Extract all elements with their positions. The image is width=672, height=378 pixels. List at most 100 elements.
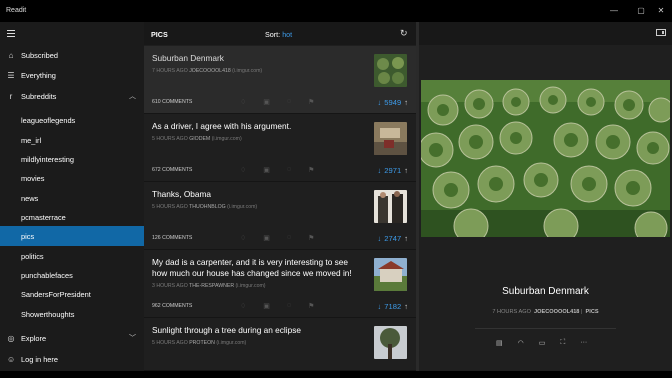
sort-value[interactable]: hot (282, 30, 292, 39)
hide-icon[interactable]: ◌ (287, 166, 291, 174)
report-icon[interactable]: ⚑ (308, 302, 314, 310)
post-title: Suburban Denmark (152, 53, 224, 63)
share-icon[interactable]: ♢ (240, 166, 246, 174)
upvote-icon[interactable]: ↑ (404, 98, 408, 107)
post-actions: ♢ ▣ ◌ ⚑ (240, 98, 314, 106)
downvote-icon[interactable]: ↓ (378, 166, 382, 175)
sidebar-item-explore[interactable]: ◎ Explore ﹀ (0, 328, 144, 348)
sidebar-item-punchablefaces[interactable]: punchablefaces (0, 265, 144, 285)
sidebar: ⌂ Subscribed ☰ Everything r Subreddits ︿… (0, 22, 144, 371)
share-icon[interactable]: ♢ (240, 302, 246, 310)
post-score: 2971 (384, 166, 402, 175)
post-author[interactable]: JOECOOOOL418 (189, 68, 231, 74)
sidebar-item-everything[interactable]: ☰ Everything (0, 65, 144, 85)
sidebar-item-showerthoughts[interactable]: Showerthoughts (0, 304, 144, 324)
comment-count[interactable]: 672 COMMENTS (152, 167, 192, 173)
post-list: PICS Sort: hot ↻ Suburban Denmark 7 HOUR… (144, 22, 416, 371)
subreddit-label: movies (21, 173, 45, 183)
sidebar-item-leagueoflegends[interactable]: leagueoflegends (0, 110, 144, 130)
hamburger-menu-icon[interactable] (7, 30, 15, 39)
upvote-icon[interactable]: ↑ (404, 234, 408, 243)
post-author[interactable]: THE-RESPAWNER (189, 283, 234, 289)
report-icon[interactable]: ⚑ (308, 234, 314, 242)
compass-icon: ◎ (7, 333, 15, 343)
vote-control: ↓ 2747 ↑ (378, 234, 409, 243)
sidebar-item-label: Subscribed (21, 50, 58, 60)
share-icon[interactable]: ♢ (240, 98, 246, 106)
link-icon[interactable]: ◠ (518, 339, 524, 347)
detail-time: 7 HOURS AGO (492, 309, 531, 315)
comment-icon[interactable]: ▭ (539, 339, 546, 347)
sidebar-item-subreddits[interactable]: r Subreddits ︿ (0, 86, 144, 106)
hide-icon[interactable]: ◌ (287, 234, 291, 242)
list-item[interactable]: Suburban Denmark 7 HOURS AGO JOECOOOOL41… (144, 46, 416, 114)
upvote-icon[interactable]: ↑ (404, 166, 408, 175)
vote-control: ↓ 7182 ↑ (378, 302, 409, 311)
post-thumbnail[interactable] (374, 258, 407, 291)
detail-pane: Suburban Denmark 7 HOURS AGO JOECOOOOL41… (419, 22, 672, 371)
sidebar-item-mildlyinteresting[interactable]: mildlyinteresting (0, 149, 144, 169)
sidebar-item-news[interactable]: news (0, 188, 144, 208)
post-title: As a driver, I agree with his argument. (152, 121, 292, 131)
comment-count[interactable]: 610 COMMENTS (152, 99, 192, 105)
bottom-bar (0, 371, 672, 378)
list-item[interactable]: As a driver, I agree with his argument. … (144, 114, 416, 182)
sidebar-item-sandersforpresident[interactable]: SandersForPresident (0, 284, 144, 304)
post-author[interactable]: PROTEON (189, 340, 215, 346)
comment-count[interactable]: 126 COMMENTS (152, 235, 192, 241)
downvote-icon[interactable]: ↓ (378, 302, 382, 311)
save-icon[interactable]: ▣ (263, 98, 270, 106)
close-button[interactable]: ✕ (650, 3, 672, 19)
save-icon[interactable]: ▣ (263, 302, 270, 310)
list-item[interactable]: My dad is a carpenter, and it is very in… (144, 250, 416, 318)
sidebar-item-movies[interactable]: movies (0, 168, 144, 188)
list-item[interactable]: Thanks, Obama 5 HOURS AGO THUOHNBLOG (i.… (144, 182, 416, 250)
sidebar-item-pcmasterrace[interactable]: pcmasterrace (0, 207, 144, 227)
subreddit-label: Showerthoughts (21, 309, 75, 319)
sidebar-item-politics[interactable]: politics (0, 246, 144, 266)
detail-toolbar (419, 22, 672, 45)
more-icon[interactable]: ··· (580, 339, 587, 347)
report-icon[interactable]: ⚑ (308, 166, 314, 174)
post-author[interactable]: GIODEM (189, 136, 210, 142)
comment-count[interactable]: 962 COMMENTS (152, 303, 192, 309)
sidebar-item-pics[interactable]: pics (0, 226, 144, 246)
sidebar-item-login[interactable]: ☺ Log in here (0, 349, 144, 369)
maximize-button[interactable]: ▢ (630, 3, 652, 19)
post-image[interactable] (421, 80, 670, 237)
save-icon[interactable]: ▣ (263, 166, 270, 174)
sidebar-item-me_irl[interactable]: me_irl (0, 130, 144, 150)
save-icon[interactable]: ▤ (496, 339, 503, 347)
detail-subreddit[interactable]: PICS (586, 309, 599, 315)
post-time: 5 HOURS AGO (152, 204, 188, 210)
save-icon[interactable]: ▣ (263, 234, 270, 242)
detail-author[interactable]: JOECOOOOL418 (534, 309, 579, 315)
post-thumbnail[interactable] (374, 190, 407, 223)
post-domain: (i.imgur.com) (235, 283, 266, 289)
list-item[interactable]: Sunlight through a tree during an eclips… (144, 318, 416, 371)
post-score: 7182 (384, 302, 402, 311)
post-meta: 5 HOURS AGO THUOHNBLOG (i.imgur.com) (152, 204, 257, 210)
post-thumbnail[interactable] (374, 54, 407, 87)
sort-control[interactable]: Sort: hot (265, 30, 292, 39)
minimize-button[interactable]: — (603, 3, 625, 19)
subreddit-label: SandersForPresident (21, 289, 91, 299)
share-icon[interactable]: ♢ (240, 234, 246, 242)
refresh-icon[interactable]: ↻ (400, 28, 408, 39)
report-icon[interactable]: ⚑ (308, 98, 314, 106)
sidebar-item-subscribed[interactable]: ⌂ Subscribed (0, 45, 144, 65)
post-meta: 3 HOURS AGO THE-RESPAWNER (i.imgur.com) (152, 283, 266, 289)
post-thumbnail[interactable] (374, 122, 407, 155)
subreddit-label: mildlyinteresting (21, 154, 74, 164)
post-time: 3 HOURS AGO (152, 283, 188, 289)
hide-icon[interactable]: ◌ (287, 302, 291, 310)
post-author[interactable]: THUOHNBLOG (189, 204, 226, 210)
upvote-icon[interactable]: ↑ (404, 302, 408, 311)
pane-toggle-icon[interactable] (656, 29, 666, 36)
subreddit-icon: r (9, 91, 13, 101)
post-thumbnail[interactable] (374, 326, 407, 359)
fullscreen-icon[interactable]: ⛶ (560, 339, 565, 347)
downvote-icon[interactable]: ↓ (378, 98, 382, 107)
downvote-icon[interactable]: ↓ (378, 234, 382, 243)
hide-icon[interactable]: ◌ (287, 98, 291, 106)
